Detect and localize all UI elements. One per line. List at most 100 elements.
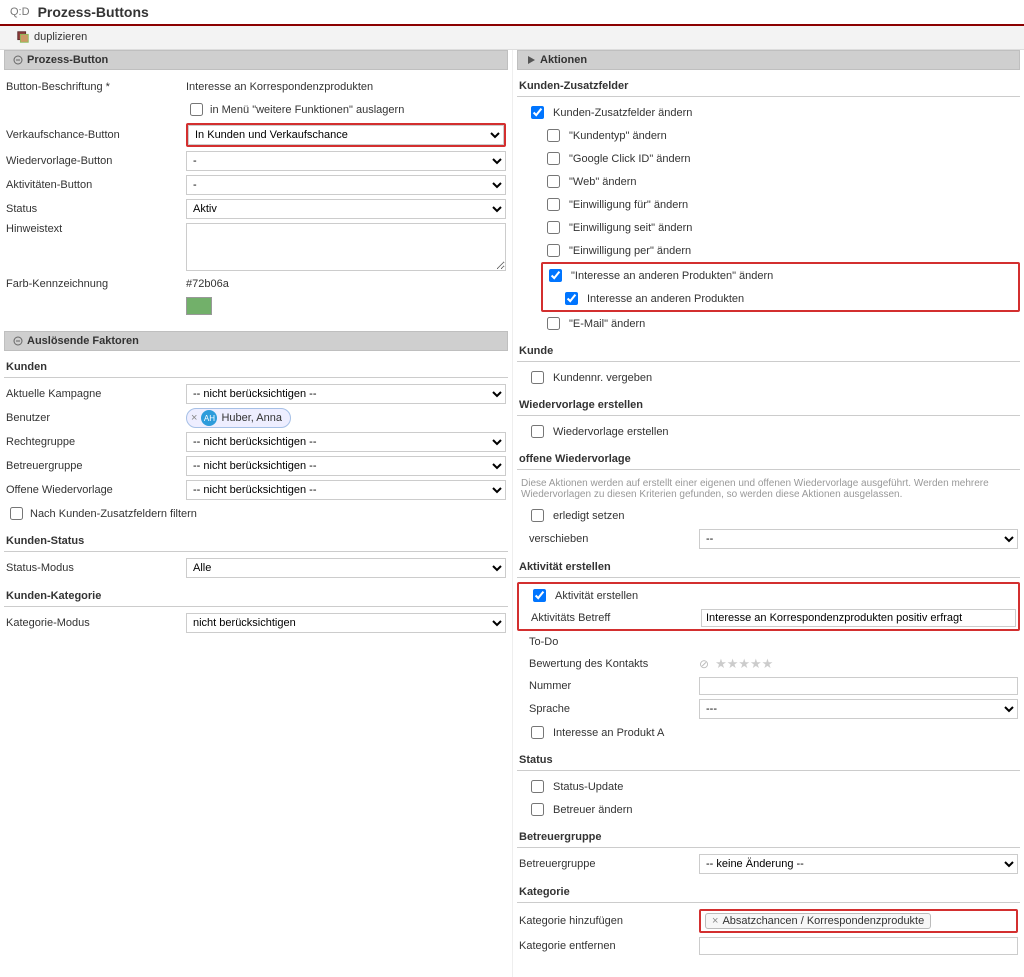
group-wv: Wiedervorlage erstellen — [517, 397, 1020, 416]
select-betreuer[interactable]: -- nicht berücksichtigen -- — [186, 456, 506, 476]
section-prozess-button[interactable]: Prozess-Button — [4, 50, 508, 70]
group-offene-wv: offene Wiedervorlage — [517, 451, 1020, 470]
checkbox-betreuer-aendern[interactable] — [531, 803, 544, 816]
checkbox-status-update[interactable] — [531, 780, 544, 793]
chip-benutzer[interactable]: × AH Huber, Anna — [186, 408, 291, 428]
label-wv: Wiedervorlage erstellen — [553, 426, 669, 438]
select-status-modus[interactable]: Alle — [186, 558, 506, 578]
select-vk-button[interactable]: In Kunden und Verkaufschance — [188, 125, 504, 145]
label-status-modus: Status-Modus — [6, 562, 186, 574]
label-status: Status — [6, 203, 186, 215]
checkbox-kundentyp[interactable] — [547, 129, 560, 142]
checkbox-auslagern[interactable] — [190, 103, 203, 116]
group-kategorie: Kategorie — [517, 884, 1020, 903]
duplicate-label: duplizieren — [34, 31, 87, 43]
reset-rating-icon[interactable]: ⊘ — [699, 657, 709, 671]
chip-remove-icon[interactable]: × — [191, 412, 197, 424]
copy-icon — [16, 30, 30, 44]
play-icon — [526, 55, 536, 65]
label-kat-entf: Kategorie entfernen — [519, 940, 699, 952]
section-faktoren-label: Auslösende Faktoren — [27, 335, 139, 347]
select-kampagne[interactable]: -- nicht berücksichtigen -- — [186, 384, 506, 404]
label-zusatz-aendern: Kunden-Zusatzfelder ändern — [553, 107, 692, 119]
label-zusatz-filter: Nach Kunden-Zusatzfeldern filtern — [30, 508, 197, 520]
checkbox-einw-fuer[interactable] — [547, 198, 560, 211]
label-betreuer: Betreuergruppe — [6, 460, 186, 472]
label-einw-per: "Einwilligung per" ändern — [569, 245, 691, 257]
section-aktionen-label: Aktionen — [540, 54, 587, 66]
checkbox-einw-seit[interactable] — [547, 221, 560, 234]
select-offene-wv[interactable]: -- nicht berücksichtigen -- — [186, 480, 506, 500]
label-kampagne: Aktuelle Kampagne — [6, 388, 186, 400]
checkbox-kundennr[interactable] — [531, 371, 544, 384]
star-rating[interactable]: ⊘★★★★★ — [699, 656, 773, 672]
checkbox-web[interactable] — [547, 175, 560, 188]
app-logo: Q:D — [10, 6, 30, 18]
group-kunden: Kunden — [4, 359, 508, 378]
collapse-icon — [13, 336, 23, 346]
group-kunden-kategorie: Kunden-Kategorie — [4, 588, 508, 607]
checkbox-zusatz-filter[interactable] — [10, 507, 23, 520]
label-kundennr: Kundennr. vergeben — [553, 372, 652, 384]
group-aktivitaet: Aktivität erstellen — [517, 559, 1020, 578]
page-title-bar: Q:D Prozess-Buttons — [0, 0, 1024, 26]
label-rechte: Rechtegruppe — [6, 436, 186, 448]
select-akt-button[interactable]: - — [186, 175, 506, 195]
checkbox-erledigt[interactable] — [531, 509, 544, 522]
label-interesse-andere: "Interesse an anderen Produkten" ändern — [571, 270, 773, 282]
section-prozess-button-label: Prozess-Button — [27, 54, 108, 66]
label-bewertung: Bewertung des Kontakts — [519, 658, 699, 670]
label-sprache: Sprache — [519, 703, 699, 715]
input-kat-entf[interactable] — [699, 937, 1018, 955]
input-nummer[interactable] — [699, 677, 1018, 695]
input-akt-betreff[interactable] — [701, 609, 1016, 627]
tag-remove-icon[interactable]: × — [712, 915, 718, 927]
chip-benutzer-label: Huber, Anna — [221, 412, 282, 424]
pill-kategorie[interactable]: × Absatzchancen / Korrespondenzprodukte — [705, 913, 931, 929]
label-todo: To-Do — [519, 636, 699, 648]
note-offene-wv: Diese Aktionen werden auf erstellt einer… — [517, 474, 1020, 504]
group-zusatzfelder: Kunden-Zusatzfelder — [517, 78, 1020, 97]
label-akt-button: Aktivitäten-Button — [6, 179, 186, 191]
label-nummer: Nummer — [519, 680, 699, 692]
checkbox-akt-erstellen[interactable] — [533, 589, 546, 602]
label-wv-button: Wiedervorlage-Button — [6, 155, 186, 167]
checkbox-zusatz-aendern[interactable] — [531, 106, 544, 119]
label-benutzer: Benutzer — [6, 412, 186, 424]
label-google: "Google Click ID" ändern — [569, 153, 691, 165]
select-rechte[interactable]: -- nicht berücksichtigen -- — [186, 432, 506, 452]
color-swatch[interactable] — [186, 297, 212, 315]
label-interesse-andere-val: Interesse an anderen Produkten — [587, 293, 744, 305]
select-status[interactable]: Aktiv — [186, 199, 506, 219]
section-ausloesende-faktoren[interactable]: Auslösende Faktoren — [4, 331, 508, 351]
checkbox-email[interactable] — [547, 317, 560, 330]
label-button-beschriftung: Button-Beschriftung * — [6, 81, 186, 93]
label-einw-seit: "Einwilligung seit" ändern — [569, 222, 692, 234]
checkbox-einw-per[interactable] — [547, 244, 560, 257]
label-vk-button: Verkaufschance-Button — [6, 129, 186, 141]
select-kategorie-modus[interactable]: nicht berücksichtigen — [186, 613, 506, 633]
select-wv-button[interactable]: - — [186, 151, 506, 171]
toolbar: duplizieren — [0, 26, 1024, 50]
label-status-update: Status-Update — [553, 781, 623, 793]
value-farb: #72b06a — [186, 276, 506, 292]
checkbox-interesse-andere-val[interactable] — [565, 292, 578, 305]
collapse-icon — [13, 55, 23, 65]
label-akt-erstellen: Aktivität erstellen — [555, 590, 638, 602]
textarea-hinweistext[interactable] — [186, 223, 506, 271]
select-verschieben[interactable]: -- — [699, 529, 1018, 549]
duplicate-button[interactable]: duplizieren — [10, 28, 93, 46]
checkbox-interesse-andere[interactable] — [549, 269, 562, 282]
pill-kategorie-label: Absatzchancen / Korrespondenzprodukte — [722, 915, 924, 927]
checkbox-wv[interactable] — [531, 425, 544, 438]
checkbox-google[interactable] — [547, 152, 560, 165]
label-auslagern: in Menü "weitere Funktionen" auslagern — [210, 104, 404, 116]
left-column: Prozess-Button Button-Beschriftung * Int… — [0, 50, 512, 977]
select-sprache[interactable]: --- — [699, 699, 1018, 719]
group-kunde: Kunde — [517, 343, 1020, 362]
select-betreuergruppe[interactable]: -- keine Änderung -- — [699, 854, 1018, 874]
checkbox-interesse-a[interactable] — [531, 726, 544, 739]
label-betreuergruppe: Betreuergruppe — [519, 858, 699, 870]
section-aktionen[interactable]: Aktionen — [517, 50, 1020, 70]
label-offene-wv: Offene Wiedervorlage — [6, 484, 186, 496]
